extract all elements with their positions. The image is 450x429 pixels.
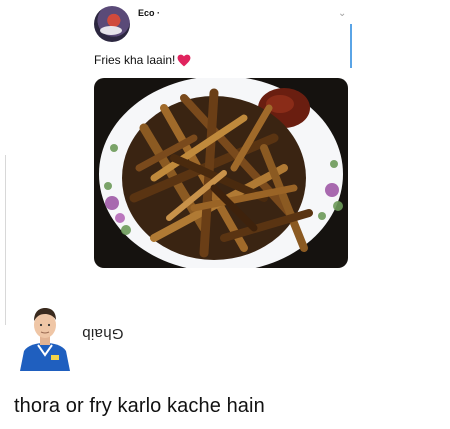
tweet-text: Fries kha laain!	[94, 53, 191, 67]
scrollbar[interactable]	[350, 24, 352, 68]
scroll-edge	[0, 155, 6, 325]
heart-icon	[177, 54, 191, 66]
reply-text: thora or fry karlo kache hain	[14, 395, 265, 417]
embedded-tweet[interactable]: Eco · ⌄ Fries kha laain!	[80, 0, 370, 275]
tweet-text-content: Fries kha laain!	[94, 53, 176, 67]
reply-author-name[interactable]: Ghaib	[82, 325, 124, 342]
tweet-author-name[interactable]: Eco ·	[138, 8, 160, 18]
reply-avatar[interactable]	[18, 305, 72, 371]
chevron-down-icon[interactable]: ⌄	[338, 9, 350, 19]
fries-photo[interactable]	[94, 78, 348, 268]
tweet-author-avatar[interactable]	[94, 6, 130, 42]
